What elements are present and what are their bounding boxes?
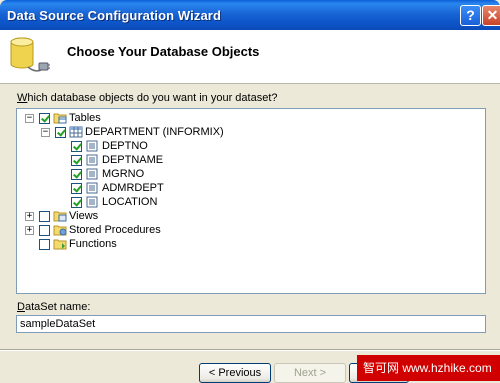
column-checkbox[interactable] [71, 183, 82, 194]
footer-divider [0, 349, 500, 351]
views-checkbox[interactable] [39, 211, 50, 222]
column-label: LOCATION [102, 196, 158, 208]
column-icon [86, 182, 98, 194]
tables-checkbox[interactable] [39, 113, 50, 124]
next-button[interactable]: Next > [274, 363, 346, 383]
tree-node-department[interactable]: − DEPARTMENT (INFORMIX) [17, 125, 477, 139]
column-label: MGRNO [102, 168, 145, 180]
tree-node-stored-procedures[interactable]: + Stored Procedures [17, 223, 477, 237]
column-checkbox[interactable] [71, 169, 82, 180]
collapse-icon[interactable]: − [25, 114, 34, 123]
stored-procedures-label: Stored Procedures [69, 224, 161, 236]
column-icon [86, 140, 98, 152]
collapse-icon[interactable]: − [41, 128, 50, 137]
title-bar[interactable]: Data Source Configuration Wizard ? ✕ [0, 0, 500, 30]
tree-node-views[interactable]: + Views [17, 209, 477, 223]
tree-node-functions[interactable]: Functions [17, 237, 477, 251]
dataset-name-label: DataSet name: [17, 301, 91, 313]
tree-node-column[interactable]: LOCATION [17, 195, 477, 209]
previous-button[interactable]: < Previous [199, 363, 271, 383]
tree-node-column[interactable]: MGRNO [17, 167, 477, 181]
tree-node-column[interactable]: DEPTNAME [17, 153, 477, 167]
functions-folder-icon [53, 239, 67, 250]
tables-folder-icon [53, 113, 67, 124]
close-button[interactable]: ✕ [482, 5, 500, 26]
expand-icon[interactable]: + [25, 226, 34, 235]
column-checkbox[interactable] [71, 155, 82, 166]
table-grid-icon [69, 126, 83, 138]
close-icon: ✕ [486, 7, 499, 23]
department-label: DEPARTMENT (INFORMIX) [85, 126, 224, 138]
window-title: Data Source Configuration Wizard [7, 8, 221, 23]
views-folder-icon [53, 211, 67, 222]
column-icon [86, 196, 98, 208]
column-label: DEPTNAME [102, 154, 164, 166]
tree-node-column[interactable]: DEPTNO [17, 139, 477, 153]
expand-icon[interactable]: + [25, 212, 34, 221]
dataset-name-input[interactable] [16, 315, 486, 333]
column-icon [86, 168, 98, 180]
objects-question-label: Which database objects do you want in yo… [17, 92, 278, 104]
tree-node-column[interactable]: ADMRDEPT [17, 181, 477, 195]
column-label: DEPTNO [102, 140, 148, 152]
help-button[interactable]: ? [460, 5, 481, 26]
stored-procedures-checkbox[interactable] [39, 225, 50, 236]
column-icon [86, 154, 98, 166]
page-title: Choose Your Database Objects [67, 44, 260, 59]
tree-node-tables[interactable]: − Tables [17, 111, 477, 125]
column-checkbox[interactable] [71, 197, 82, 208]
column-checkbox[interactable] [71, 141, 82, 152]
views-label: Views [69, 210, 99, 222]
wizard-header: Choose Your Database Objects [0, 30, 500, 84]
database-objects-tree[interactable]: − Tables − DEPARTMENT (INFORMIX) DEPTNO [16, 108, 486, 294]
help-icon: ? [466, 7, 475, 23]
database-plug-icon [10, 37, 50, 72]
functions-label: Functions [69, 238, 117, 250]
functions-checkbox[interactable] [39, 239, 50, 250]
stored-procedures-folder-icon [53, 225, 67, 236]
tables-label: Tables [69, 112, 101, 124]
watermark-banner: 智可网 www.hzhike.com [357, 355, 500, 381]
department-checkbox[interactable] [55, 127, 66, 138]
column-label: ADMRDEPT [102, 182, 164, 194]
